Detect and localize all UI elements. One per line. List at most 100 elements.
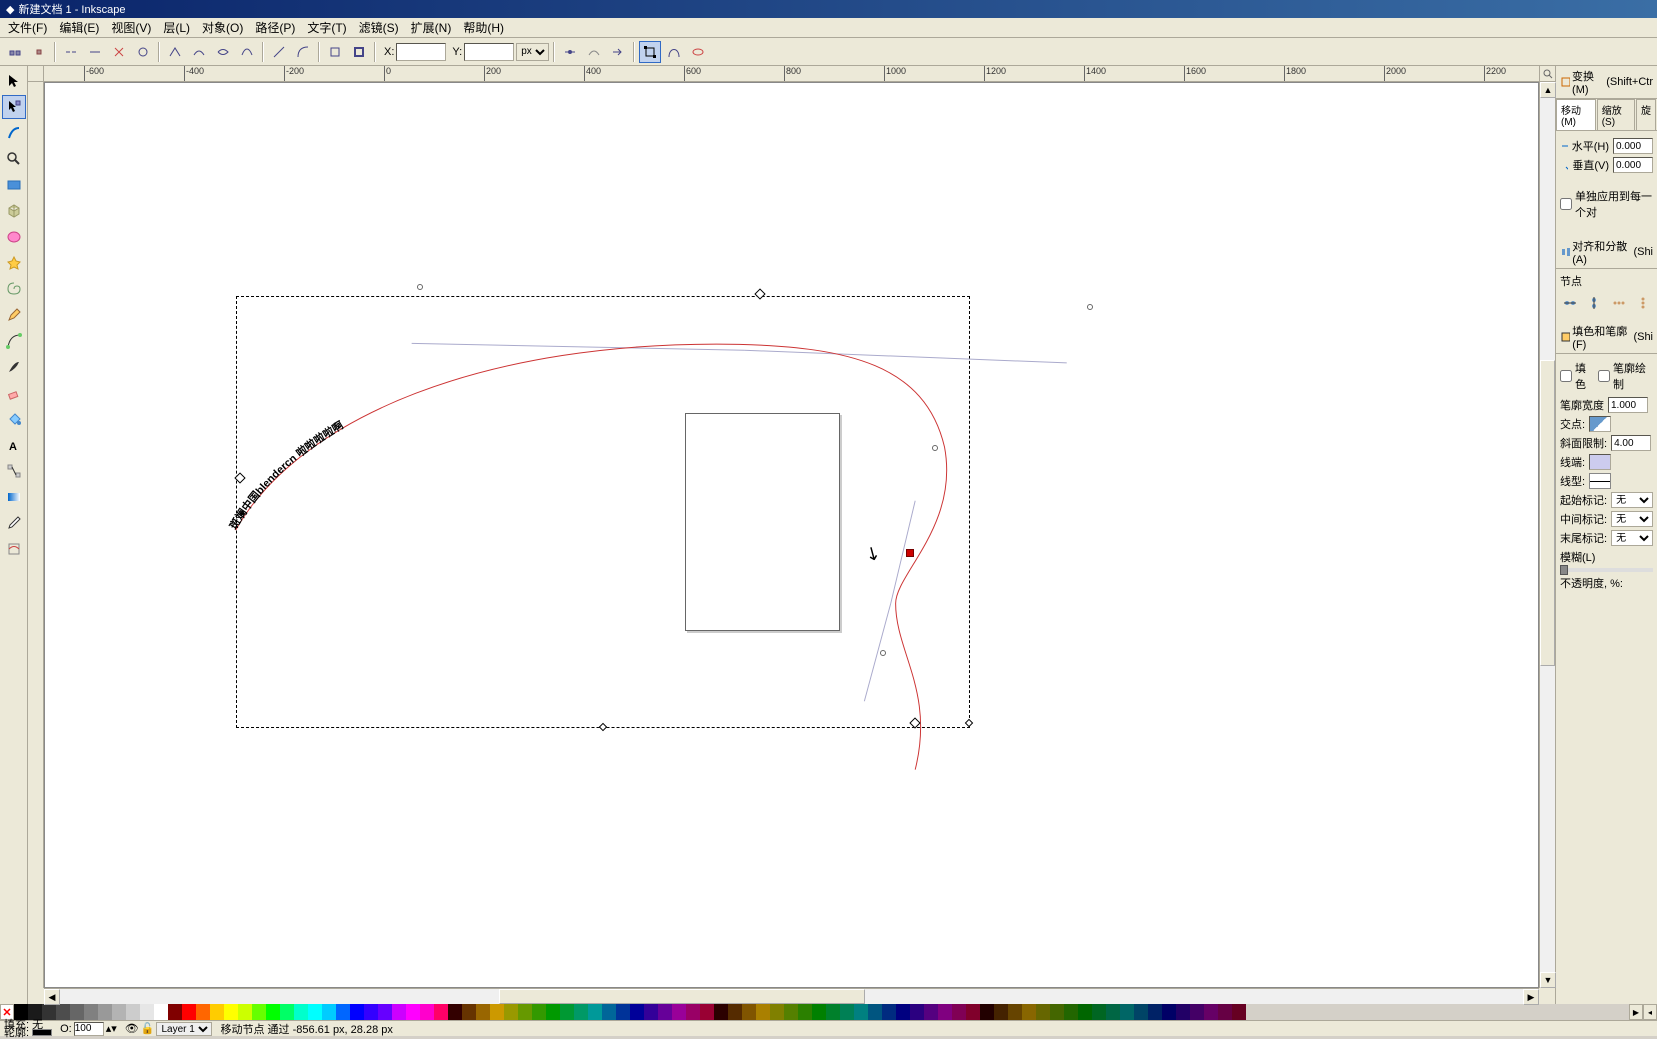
tool-eraser[interactable] [2, 381, 26, 405]
tool-zoom[interactable] [2, 147, 26, 171]
opacity-input[interactable] [74, 1022, 104, 1036]
palette-swatch[interactable] [602, 1004, 616, 1020]
menu-file[interactable]: 文件(F) [2, 17, 53, 38]
layer-select[interactable]: Layer 1 [156, 1022, 212, 1036]
palette-swatch[interactable] [224, 1004, 238, 1020]
horiz-input[interactable] [1613, 138, 1653, 154]
palette-swatch[interactable] [266, 1004, 280, 1020]
menu-layer[interactable]: 层(L) [157, 17, 196, 38]
tool-tweak[interactable] [2, 121, 26, 145]
tab-scale[interactable]: 缩放(S) [1597, 99, 1635, 130]
palette-swatch[interactable] [952, 1004, 966, 1020]
scroll-v-track[interactable] [1540, 98, 1555, 972]
palette-swatch[interactable] [252, 1004, 266, 1020]
palette-swatch[interactable] [980, 1004, 994, 1020]
tool-calligraphy[interactable] [2, 355, 26, 379]
palette-swatch[interactable] [350, 1004, 364, 1020]
palette-swatch[interactable] [938, 1004, 952, 1020]
scroll-down-btn[interactable]: ▼ [1540, 972, 1556, 988]
tool-dropper[interactable] [2, 511, 26, 535]
fill-toggle[interactable] [1560, 370, 1572, 382]
palette-swatch[interactable] [420, 1004, 434, 1020]
node-cusp-btn[interactable] [164, 41, 186, 63]
menu-filters[interactable]: 滤镜(S) [353, 17, 405, 38]
palette-swatch[interactable] [280, 1004, 294, 1020]
tab-rotate[interactable]: 旋 [1636, 99, 1656, 130]
palette-swatch[interactable] [1176, 1004, 1190, 1020]
tool-gradient[interactable] [2, 485, 26, 509]
palette-swatch[interactable] [798, 1004, 812, 1020]
tool-text[interactable]: A [2, 433, 26, 457]
zoom-corner[interactable] [1539, 66, 1555, 82]
palette-swatch[interactable] [868, 1004, 882, 1020]
palette-swatch[interactable] [742, 1004, 756, 1020]
palette-swatch[interactable] [882, 1004, 896, 1020]
menu-help[interactable]: 帮助(H) [457, 17, 510, 38]
show-outline-btn[interactable] [583, 41, 605, 63]
marker-end-select[interactable]: 无 [1611, 530, 1653, 546]
palette-swatch[interactable] [924, 1004, 938, 1020]
palette-swatch[interactable] [896, 1004, 910, 1020]
scroll-right-btn[interactable]: ▶ [1523, 989, 1539, 1005]
node-curve-btn[interactable] [292, 41, 314, 63]
menu-text[interactable]: 文字(T) [301, 17, 352, 38]
palette-swatch[interactable] [1218, 1004, 1232, 1020]
fillstroke-panel-header[interactable]: 填色和笔廓(F) (Shi [1556, 321, 1657, 354]
palette-swatch[interactable] [672, 1004, 686, 1020]
palette-swatch[interactable] [574, 1004, 588, 1020]
palette-swatch[interactable] [1092, 1004, 1106, 1020]
palette-swatch[interactable] [1050, 1004, 1064, 1020]
palette-swatch[interactable] [714, 1004, 728, 1020]
palette-swatch[interactable] [112, 1004, 126, 1020]
palette-swatch[interactable] [1036, 1004, 1050, 1020]
palette-swatch[interactable] [504, 1004, 518, 1020]
palette-swatch[interactable] [588, 1004, 602, 1020]
scroll-up-btn[interactable]: ▲ [1540, 82, 1556, 98]
x-input[interactable] [396, 43, 446, 61]
palette-swatch[interactable] [560, 1004, 574, 1020]
menu-view[interactable]: 视图(V) [105, 17, 157, 38]
palette-swatch[interactable] [126, 1004, 140, 1020]
palette-swatch[interactable] [196, 1004, 210, 1020]
palette-swatch[interactable] [630, 1004, 644, 1020]
transform-panel-header[interactable]: 变换(M) (Shift+Ctr [1556, 66, 1657, 99]
palette-swatch[interactable] [658, 1004, 672, 1020]
node-delete-segment-btn[interactable] [108, 41, 130, 63]
palette-swatch[interactable] [546, 1004, 560, 1020]
bezier-handle[interactable] [880, 650, 886, 656]
tool-node[interactable] [2, 95, 26, 119]
palette-swatch[interactable] [728, 1004, 742, 1020]
palette-swatch[interactable] [1120, 1004, 1134, 1020]
palette-swatch[interactable] [392, 1004, 406, 1020]
status-stroke-swatch[interactable] [32, 1029, 52, 1036]
scroll-v-thumb[interactable] [1540, 360, 1555, 666]
tool-star[interactable] [2, 251, 26, 275]
opacity-spinner-icon[interactable]: ▴▾ [106, 1022, 117, 1035]
palette-swatch[interactable] [84, 1004, 98, 1020]
scroll-h-track[interactable] [60, 989, 1523, 1004]
palette-swatch[interactable] [1148, 1004, 1162, 1020]
join-swatch[interactable] [1589, 416, 1611, 432]
stroke-to-path-btn[interactable] [348, 41, 370, 63]
palette-swatch[interactable] [336, 1004, 350, 1020]
palette-swatch[interactable] [644, 1004, 658, 1020]
scroll-h-thumb[interactable] [499, 989, 865, 1004]
palette-swatch[interactable] [700, 1004, 714, 1020]
palette-swatch[interactable] [168, 1004, 182, 1020]
palette-swatch[interactable] [1190, 1004, 1204, 1020]
palette-swatch[interactable] [1022, 1004, 1036, 1020]
palette-swatch[interactable] [308, 1004, 322, 1020]
marker-start-select[interactable]: 无 [1611, 492, 1653, 508]
stroke-width-input[interactable] [1608, 397, 1648, 413]
blur-slider[interactable] [1560, 568, 1653, 572]
palette-swatch[interactable] [1232, 1004, 1246, 1020]
palette-swatch[interactable] [1204, 1004, 1218, 1020]
palette-swatch[interactable] [1134, 1004, 1148, 1020]
palette-swatch[interactable] [966, 1004, 980, 1020]
palette-swatch[interactable] [770, 1004, 784, 1020]
ruler-vertical[interactable] [28, 82, 44, 988]
node-insert-btn[interactable] [4, 41, 26, 63]
scrollbar-horizontal[interactable]: ◀ ▶ [44, 988, 1539, 1004]
palette-swatch[interactable] [994, 1004, 1008, 1020]
palette-swatch[interactable] [616, 1004, 630, 1020]
